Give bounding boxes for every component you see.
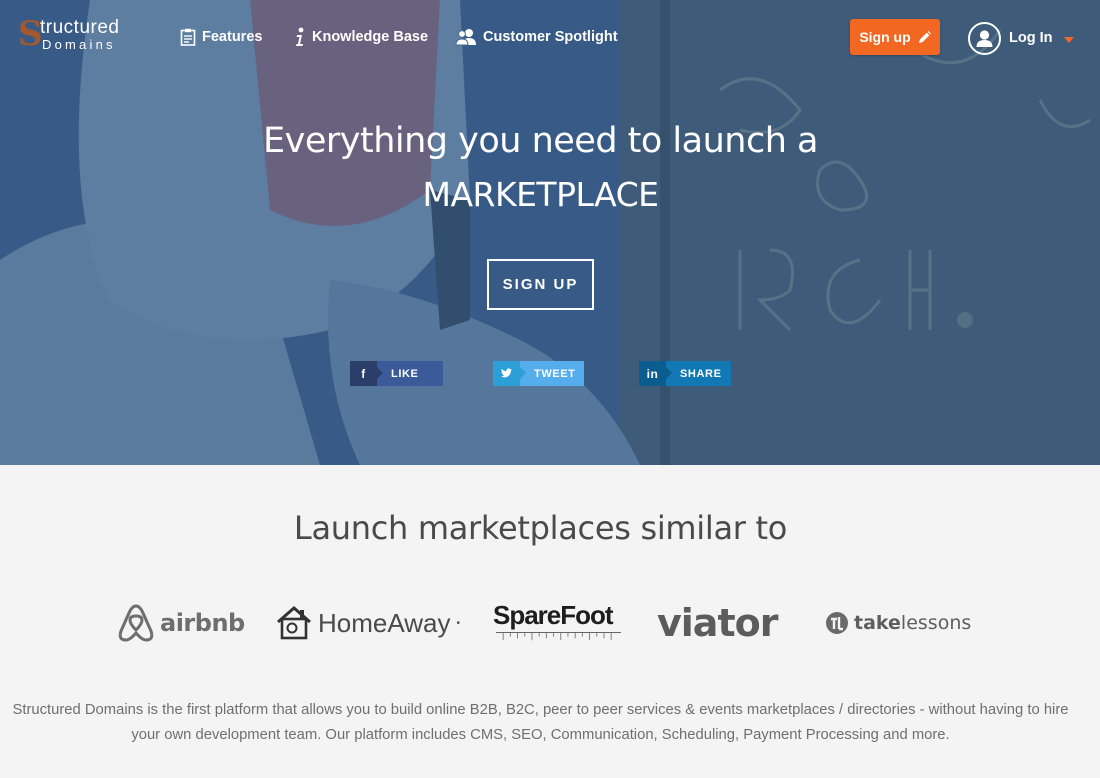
- facebook-like-button[interactable]: f LIKE: [350, 361, 443, 386]
- top-navigation: S tructured Domains Features Knowledge B…: [0, 0, 1100, 72]
- sparefoot-wordmark: SpareFoot: [493, 600, 614, 630]
- logo-line2: Domains: [42, 37, 116, 52]
- hero-signup-button[interactable]: SIGN UP: [487, 259, 594, 310]
- nav-knowledge-base-link[interactable]: Knowledge Base: [294, 26, 428, 48]
- homeaway-wordmark: HomeAway: [318, 607, 451, 638]
- airbnb-icon: [118, 604, 154, 642]
- twitter-icon: [493, 361, 526, 386]
- logo-initial: S: [18, 14, 43, 54]
- viator-wordmark: viator: [657, 601, 778, 645]
- pencil-icon: [918, 30, 931, 43]
- info-icon: [296, 27, 304, 46]
- nav-features-label: Features: [202, 29, 263, 45]
- facebook-like-label: LIKE: [377, 361, 443, 386]
- homeaway-logo: HomeAway •: [276, 598, 460, 648]
- homeaway-mark: •: [456, 617, 460, 629]
- platform-description: Structured Domains is the first platform…: [12, 702, 1069, 743]
- login-label: Log In: [1009, 30, 1053, 46]
- airbnb-logo: airbnb: [118, 598, 245, 648]
- hero-headline-line1: Everything you need to launch a: [263, 121, 818, 161]
- viator-logo: viator: [657, 598, 778, 648]
- hero-headline-line2: MARKETPLACE: [422, 175, 659, 214]
- nav-knowledge-base-label: Knowledge Base: [312, 29, 429, 45]
- linkedin-share-button[interactable]: in SHARE: [639, 361, 731, 386]
- takelessons-wordmark: takelessons: [854, 612, 972, 634]
- ruler-icon: [496, 632, 621, 641]
- twitter-tweet-button[interactable]: TWEET: [493, 361, 584, 386]
- signup-button[interactable]: Sign up: [850, 19, 940, 55]
- users-icon: [455, 29, 476, 46]
- clipboard-icon: [180, 28, 196, 46]
- airbnb-wordmark: airbnb: [160, 609, 245, 637]
- house-icon: [277, 606, 311, 640]
- nav-features-link[interactable]: Features: [180, 26, 262, 48]
- login-menu[interactable]: Log In: [968, 21, 1074, 55]
- signup-button-label: Sign up: [859, 29, 911, 45]
- hero-signup-label: SIGN UP: [502, 276, 579, 293]
- hero-section: S tructured Domains Features Knowledge B…: [0, 0, 1100, 465]
- sparefoot-logo: SpareFoot: [493, 600, 623, 650]
- logo[interactable]: S tructured Domains: [18, 16, 142, 56]
- nav-customer-spotlight-link[interactable]: Customer Spotlight: [455, 26, 618, 48]
- caret-down-icon: [1063, 36, 1074, 43]
- user-circle-icon: [968, 21, 1001, 55]
- linkedin-icon: in: [639, 361, 672, 386]
- facebook-icon: f: [350, 361, 383, 386]
- nav-customer-spotlight-label: Customer Spotlight: [483, 29, 618, 45]
- takelessons-icon: [826, 612, 848, 634]
- logo-line1: tructured: [40, 17, 120, 38]
- twitter-tweet-label: TWEET: [520, 361, 584, 386]
- linkedin-share-label: SHARE: [666, 361, 731, 386]
- similar-marketplaces-heading: Launch marketplaces similar to: [293, 509, 788, 547]
- takelessons-logo: takelessons: [824, 598, 971, 648]
